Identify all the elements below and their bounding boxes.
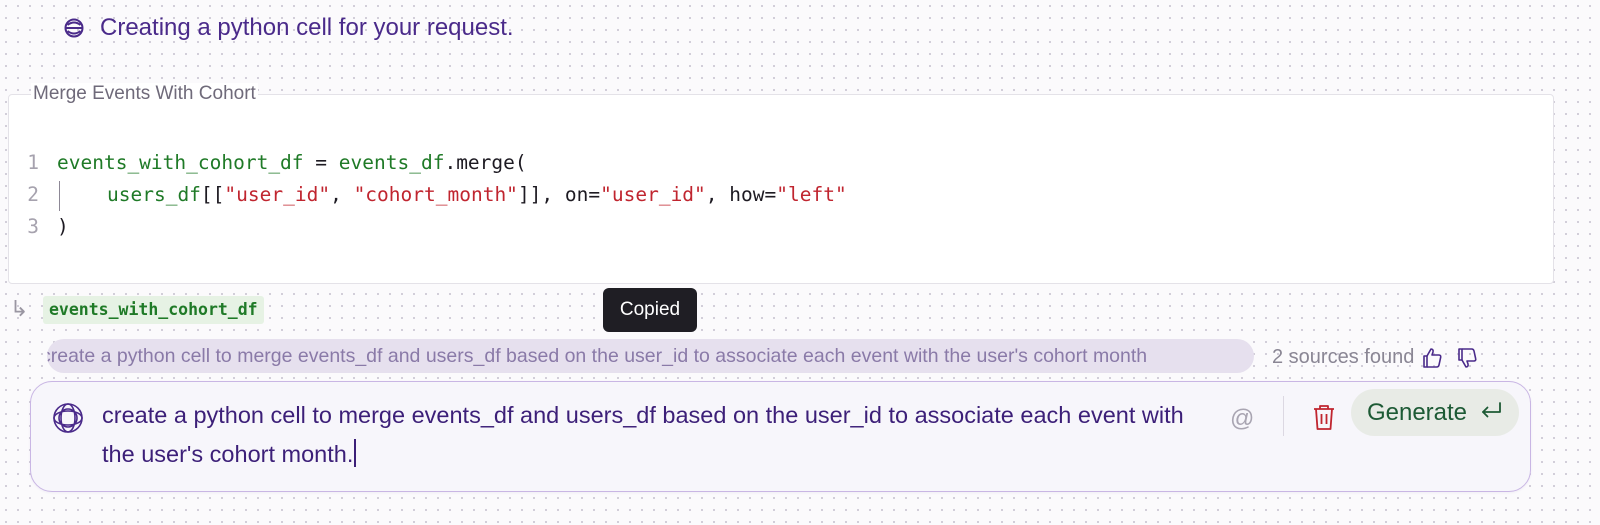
code-line: 1 events_with_cohort_df = events_df .merg… <box>9 147 847 179</box>
cell-title: Merge Events With Cohort <box>31 83 258 105</box>
output-variable-chip[interactable]: events_with_cohort_df <box>43 296 264 324</box>
code-token: , <box>330 183 354 206</box>
at-icon[interactable]: @ <box>1230 405 1254 433</box>
copied-tooltip: Copied <box>603 288 697 332</box>
code-line: 3 ) <box>9 211 847 243</box>
thumbs-up-icon[interactable] <box>1418 344 1446 372</box>
code-token: users_df <box>107 183 201 206</box>
sources-found-link[interactable]: 2 sources found <box>1272 346 1414 369</box>
code-token: "user_id" <box>600 183 706 206</box>
trash-icon[interactable] <box>1311 402 1337 432</box>
code-token: ]], on= <box>517 183 601 206</box>
code-token: events_with_cohort_df <box>57 151 304 174</box>
code-token: [[ <box>200 183 225 206</box>
generate-label: Generate <box>1366 398 1468 426</box>
code-token: , how= <box>705 183 777 206</box>
code-token: events_df <box>338 151 445 174</box>
divider <box>1283 396 1284 436</box>
line-number: 3 <box>27 215 39 238</box>
prompt-input[interactable]: create a python cell to merge events_df … <box>102 396 1212 474</box>
code-token: "user_id" <box>224 183 331 206</box>
status-text: Creating a python cell for your request. <box>100 14 514 41</box>
agent-logo-icon <box>50 400 86 436</box>
code-token: = <box>303 151 339 174</box>
code-line: 2 users_df[["user_id", "cohort_month"]],… <box>9 179 847 211</box>
code-token: "cohort_month" <box>353 183 518 206</box>
previous-prompt-pill[interactable]: create a python cell to merge events_df … <box>47 339 1254 373</box>
thumbs-down-icon[interactable] <box>1453 344 1481 372</box>
code-cell[interactable]: Merge Events With Cohort 1 events_with_c… <box>8 83 1554 284</box>
return-arrow-icon: ↳ <box>10 296 29 321</box>
enter-icon <box>1479 399 1503 427</box>
indent-guide <box>57 179 107 211</box>
prompt-input-value: create a python cell to merge events_df … <box>102 402 1184 467</box>
agent-logo-icon <box>64 15 84 41</box>
code-token: ) <box>57 215 69 238</box>
code-editor[interactable]: 1 events_with_cohort_df = events_df .merg… <box>9 147 847 243</box>
text-caret <box>354 439 356 467</box>
prompt-composer[interactable]: create a python cell to merge events_df … <box>30 381 1531 492</box>
code-token: .merge( <box>444 151 527 174</box>
code-token: "left" <box>776 183 847 206</box>
line-number: 2 <box>27 183 39 206</box>
line-number: 1 <box>27 151 39 174</box>
agent-status: Creating a python cell for your request. <box>64 14 514 42</box>
generate-button[interactable]: Generate <box>1351 389 1519 436</box>
previous-prompt-text: create a python cell to merge events_df … <box>47 345 1148 367</box>
